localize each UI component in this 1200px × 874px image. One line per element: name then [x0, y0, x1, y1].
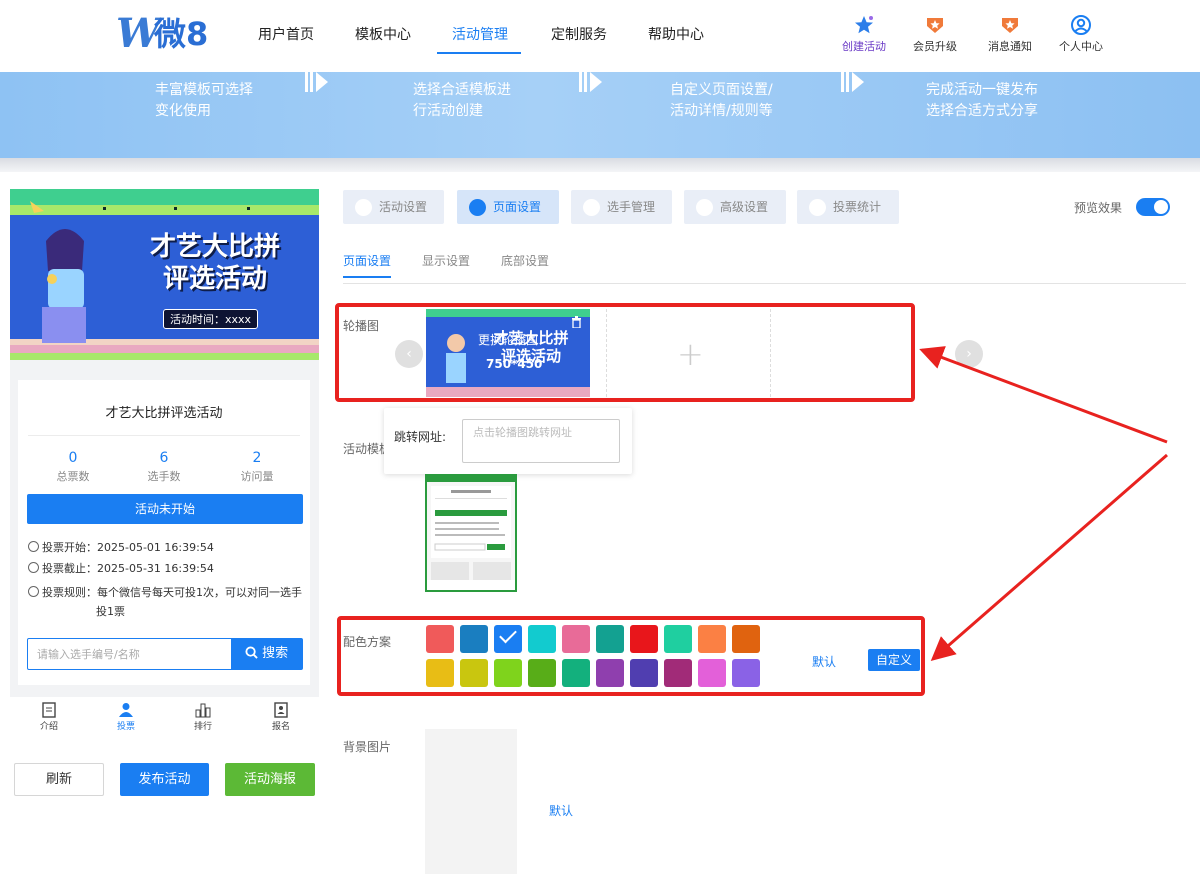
arrow-to-colors [930, 453, 1168, 661]
arrow-to-carousel [919, 346, 1168, 444]
annotation-arrows [919, 346, 1168, 661]
